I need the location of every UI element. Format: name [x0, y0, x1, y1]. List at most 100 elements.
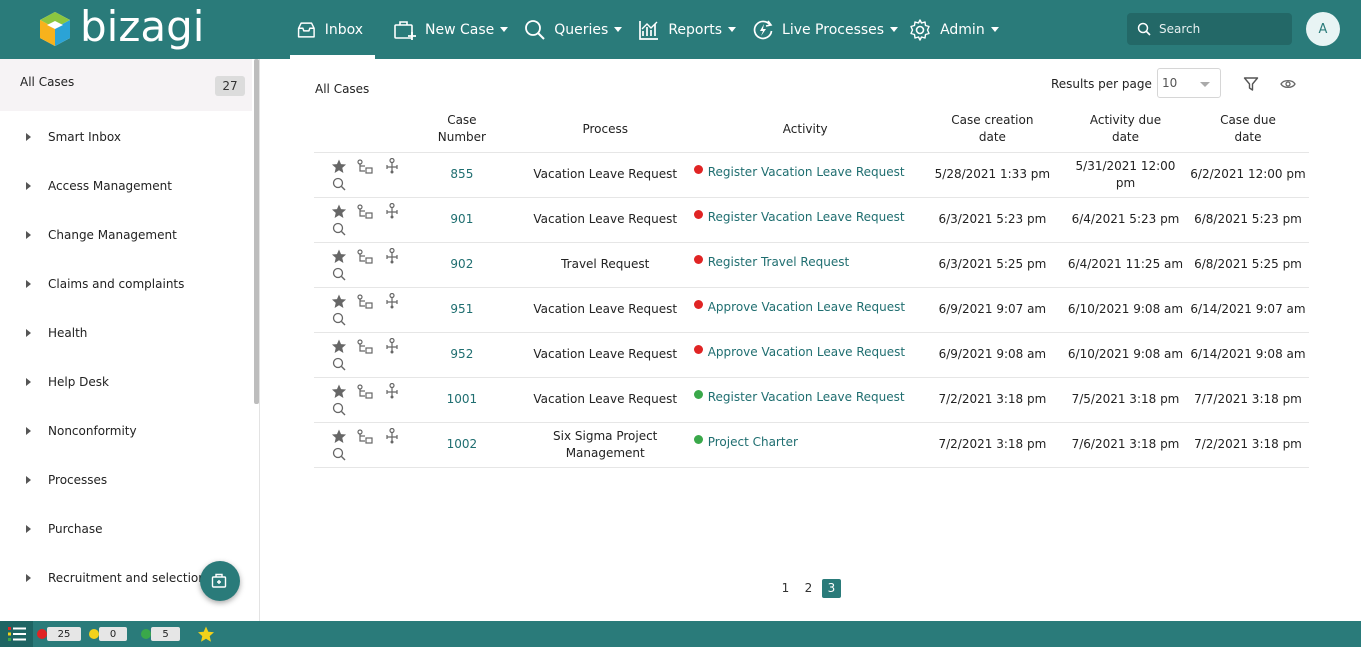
workflow-icon[interactable] [357, 383, 373, 400]
magnifier-icon[interactable] [332, 447, 346, 461]
star-icon[interactable] [331, 158, 347, 174]
hierarchy-icon[interactable] [384, 202, 400, 219]
table-row[interactable]: 902 Travel Request Register Travel Reque… [314, 242, 1309, 288]
magnifier-icon[interactable] [332, 402, 346, 416]
activity-due-date-cell: 7/6/2021 3:18 pm [1064, 422, 1187, 468]
red-count-badge[interactable]: 25 [47, 627, 81, 641]
table-row[interactable]: 1001 Vacation Leave Request Register Vac… [314, 377, 1309, 423]
hierarchy-icon[interactable] [384, 292, 400, 309]
activity-cell: Register Vacation Leave Request [689, 197, 921, 243]
activity-link[interactable]: Register Vacation Leave Request [708, 210, 905, 224]
star-icon[interactable] [331, 383, 347, 399]
sidebar-item-help-desk[interactable]: Help Desk [0, 372, 252, 392]
sidebar-item-change-management[interactable]: Change Management [0, 225, 252, 245]
case-number-link[interactable]: 1001 [447, 392, 478, 406]
header-activity[interactable]: Activity [689, 107, 921, 153]
magnifier-icon[interactable] [332, 177, 346, 191]
sidebar-item-processes[interactable]: Processes [0, 470, 252, 490]
hierarchy-icon[interactable] [384, 337, 400, 354]
activity-link[interactable]: Project Charter [708, 435, 798, 449]
nav-live-processes[interactable]: Live Processes [746, 0, 908, 59]
chevron-down-icon [500, 27, 509, 32]
case-number-link[interactable]: 1002 [447, 437, 478, 451]
sidebar-scrollbar[interactable] [254, 59, 259, 404]
nav-queries[interactable]: Queries [518, 0, 632, 59]
star-icon[interactable] [331, 293, 347, 309]
sidebar-item-nonconformity[interactable]: Nonconformity [0, 421, 252, 441]
sidebar-item-smart-inbox[interactable]: Smart Inbox [0, 127, 252, 147]
hierarchy-icon[interactable] [384, 247, 400, 264]
magnifier-icon[interactable] [332, 357, 346, 371]
table-row[interactable]: 901 Vacation Leave Request Register Vaca… [314, 197, 1309, 243]
hierarchy-icon[interactable] [384, 427, 400, 444]
results-per-page-select[interactable]: 10 [1157, 68, 1221, 98]
star-icon[interactable] [331, 428, 347, 444]
activity-link[interactable]: Register Vacation Leave Request [708, 165, 905, 179]
filter-icon[interactable] [1243, 76, 1259, 92]
star-icon[interactable] [331, 203, 347, 219]
activity-link[interactable]: Approve Vacation Leave Request [708, 300, 905, 314]
workflow-icon[interactable] [357, 203, 373, 220]
eye-icon[interactable] [1280, 77, 1296, 91]
case-number-link[interactable]: 952 [450, 347, 473, 361]
table-row[interactable]: 952 Vacation Leave Request Approve Vacat… [314, 332, 1309, 378]
status-dot [693, 435, 703, 444]
workflow-icon[interactable] [357, 158, 373, 175]
new-case-fab-button[interactable] [200, 561, 240, 601]
activity-cell: Project Charter [689, 422, 921, 468]
nav-admin[interactable]: Admin [908, 0, 1009, 59]
star-icon[interactable] [331, 338, 347, 354]
page-1-button[interactable]: 1 [776, 579, 795, 598]
header-case-number[interactable]: Case Number [403, 107, 521, 153]
workflow-icon[interactable] [357, 248, 373, 265]
header-case-due-date[interactable]: Case due date [1186, 107, 1309, 153]
creation-date-cell: 6/3/2021 5:23 pm [920, 197, 1065, 243]
nav-reports[interactable]: Reports [632, 0, 746, 59]
star-icon[interactable] [331, 248, 347, 264]
inbox-icon [297, 21, 315, 38]
table-row[interactable]: 1002 Six Sigma Project Management Project… [314, 422, 1309, 468]
search-input[interactable] [1159, 22, 1279, 36]
magnifier-icon[interactable] [332, 222, 346, 236]
search-box[interactable] [1127, 13, 1292, 45]
bizagi-logo-icon [40, 12, 70, 46]
process-cell: Six Sigma Project Management [520, 422, 690, 468]
header-process[interactable]: Process [520, 107, 690, 153]
bizagi-logo[interactable]: bizagi [38, 4, 204, 54]
green-count-badge[interactable]: 5 [151, 627, 180, 641]
yellow-count-badge[interactable]: 0 [99, 627, 127, 641]
sidebar-item-access-management[interactable]: Access Management [0, 176, 252, 196]
activity-link[interactable]: Register Vacation Leave Request [708, 390, 905, 404]
header-activity-due-date[interactable]: Activity due date [1064, 107, 1187, 153]
case-number-link[interactable]: 855 [450, 167, 473, 181]
table-row[interactable]: 951 Vacation Leave Request Approve Vacat… [314, 287, 1309, 333]
nav-new-case[interactable]: New Case [387, 0, 518, 59]
activity-link[interactable]: Approve Vacation Leave Request [708, 345, 905, 359]
star-icon[interactable] [197, 626, 215, 643]
nav-inbox[interactable]: Inbox [290, 0, 375, 59]
hierarchy-icon[interactable] [384, 157, 400, 174]
sidebar-item-health[interactable]: Health [0, 323, 252, 343]
workflow-icon[interactable] [357, 338, 373, 355]
menu-list-icon[interactable] [0, 621, 33, 647]
page-3-button[interactable]: 3 [822, 579, 841, 598]
case-number-link[interactable]: 951 [450, 302, 473, 316]
chevron-right-icon [26, 329, 31, 337]
sidebar-item-claims-and-complaints[interactable]: Claims and complaints [0, 274, 252, 294]
user-avatar[interactable]: A [1306, 12, 1340, 46]
status-dot [693, 165, 703, 174]
sidebar-all-cases[interactable]: All Cases 27 [0, 59, 252, 111]
main-nav: Inbox New Case Queries Reports Live Proc… [290, 0, 1009, 59]
page-2-button[interactable]: 2 [799, 579, 818, 598]
sidebar-item-purchase[interactable]: Purchase [0, 519, 252, 539]
activity-link[interactable]: Register Travel Request [708, 255, 849, 269]
workflow-icon[interactable] [357, 428, 373, 445]
magnifier-icon[interactable] [332, 312, 346, 326]
workflow-icon[interactable] [357, 293, 373, 310]
case-number-link[interactable]: 901 [450, 212, 473, 226]
header-case-creation-date[interactable]: Case creation date [920, 107, 1065, 153]
case-number-link[interactable]: 902 [450, 257, 473, 271]
table-row[interactable]: 855 Vacation Leave Request Register Vaca… [314, 152, 1309, 198]
hierarchy-icon[interactable] [384, 382, 400, 399]
magnifier-icon[interactable] [332, 267, 346, 281]
